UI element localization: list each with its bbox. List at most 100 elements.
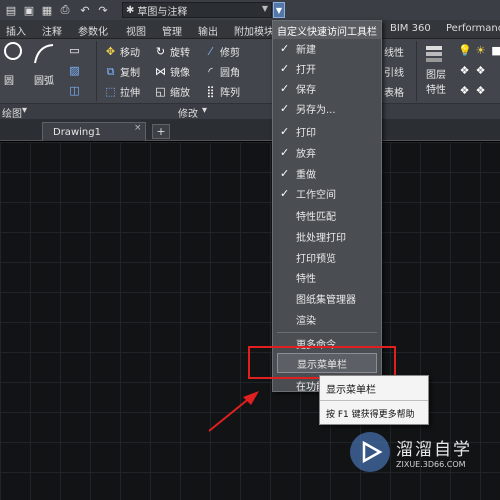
move-label: 移动	[120, 48, 140, 59]
tooltip-help: 按 F1 键获得更多帮助	[326, 410, 415, 420]
leader-button[interactable]: 引线	[384, 64, 404, 79]
watermark-url: ZIXUE.3D66.COM	[396, 460, 466, 469]
check-icon: ✓	[280, 101, 290, 115]
menu-item-save-as[interactable]: ✓ 另存为...	[273, 98, 381, 118]
menu-item-plot-preview[interactable]: 打印预览	[273, 247, 381, 267]
stretch-button[interactable]: ⬚ 拉伸	[104, 84, 140, 99]
drawing-tab-label: Drawing1	[53, 126, 101, 138]
menu-item-new[interactable]: ✓ 新建	[273, 38, 381, 58]
table-label: 表格	[384, 88, 404, 99]
menu-item-match-properties[interactable]: 特性匹配	[273, 205, 381, 225]
layer-props-line2: 特性	[426, 85, 446, 96]
check-icon: ✓	[280, 166, 290, 180]
tab-annotate[interactable]: 注释	[42, 23, 62, 38]
panel-divider	[96, 41, 97, 101]
new-tab-button[interactable]: +	[152, 124, 170, 139]
hatch-icon[interactable]: ▨	[68, 64, 81, 77]
panel-divider	[416, 41, 417, 101]
tooltip: 显示菜单栏 按 F1 键获得更多帮助	[319, 375, 429, 425]
linetype-label: 线性	[384, 48, 404, 59]
fillet-label: 圆角	[220, 68, 240, 79]
tab-addins[interactable]: 附加模块	[234, 23, 274, 38]
chevron-down-icon[interactable]: ▾	[202, 105, 207, 116]
leader-label: 引线	[384, 68, 404, 79]
watermark: 溜溜自学 ZIXUE.3D66.COM	[350, 430, 470, 480]
menu-item-render[interactable]: 渲染	[273, 309, 381, 329]
move-button[interactable]: ✥ 移动	[104, 44, 140, 59]
close-icon[interactable]: ×	[134, 123, 142, 133]
circle-large-icon[interactable]	[4, 42, 22, 60]
chevron-down-icon[interactable]: ▾	[22, 105, 27, 116]
trim-icon: ⁄	[209, 45, 212, 58]
workspace-dropdown[interactable]: ✱ 草图与注释 ▼	[122, 2, 272, 18]
table-button[interactable]: 表格	[384, 84, 404, 99]
array-label: 阵列	[220, 88, 240, 99]
watermark-title: 溜溜自学	[396, 440, 472, 460]
menu-item-properties[interactable]: 特性	[273, 267, 381, 287]
tab-parametric[interactable]: 参数化	[78, 23, 108, 38]
check-icon: ✓	[280, 124, 290, 138]
mirror-label: 镜像	[170, 68, 190, 79]
menu-item-open[interactable]: ✓ 打开	[273, 58, 381, 78]
rotate-button[interactable]: ↻ 旋转	[154, 44, 190, 59]
arc-large-icon[interactable]	[32, 42, 56, 66]
layer-tool-icon[interactable]: ❖	[474, 84, 487, 97]
redo-icon[interactable]: ↷	[96, 2, 110, 18]
menu-item-sheet-set-manager[interactable]: 图纸集管理器	[273, 288, 381, 308]
print-icon[interactable]: ⎙	[58, 2, 72, 18]
customize-qat-button[interactable]: ▼	[273, 2, 285, 18]
copy-button[interactable]: ⧉ 复制	[104, 64, 140, 79]
layer-tool-icon[interactable]: ❖	[474, 64, 487, 77]
circle-button[interactable]: 圆	[4, 72, 14, 87]
menu-item-batch-plot[interactable]: 批处理打印	[273, 226, 381, 246]
tab-output[interactable]: 输出	[198, 23, 218, 38]
array-button[interactable]: ⣿ 阵列	[204, 84, 240, 99]
fillet-button[interactable]: ◜ 圆角	[204, 64, 240, 79]
layer-tool-icon[interactable]: ❖	[458, 64, 471, 77]
tab-insert[interactable]: 插入	[6, 23, 26, 38]
tab-manage[interactable]: 管理	[162, 23, 182, 38]
fillet-icon: ◜	[208, 65, 213, 78]
layer-square-icon[interactable]: ■	[490, 44, 500, 57]
light-bulb-icon[interactable]: 💡	[458, 44, 472, 57]
tab-bim360[interactable]: BIM 360	[390, 23, 431, 34]
tooltip-divider	[320, 400, 428, 401]
menu-item-redo[interactable]: ✓ 重做	[273, 163, 381, 183]
scale-label: 缩放	[170, 88, 190, 99]
menu-item-undo[interactable]: ✓ 放弃	[273, 142, 381, 162]
stretch-icon: ⬚	[105, 85, 116, 98]
save-icon[interactable]: ▦	[40, 2, 54, 18]
scale-button[interactable]: ◱ 缩放	[154, 84, 190, 99]
menu-item-print[interactable]: ✓ 打印	[273, 121, 381, 141]
trim-button[interactable]: ⁄ 修剪	[204, 44, 240, 59]
red-arrow-icon	[208, 391, 259, 432]
sun-icon[interactable]: ☀	[474, 44, 487, 57]
menu-item-workspace[interactable]: ✓ 工作空间	[273, 183, 381, 203]
tooltip-title: 显示菜单栏	[326, 385, 376, 396]
layer-properties-icon[interactable]	[424, 42, 446, 64]
layer-properties-button[interactable]: 图层 特性	[426, 70, 446, 97]
mirror-button[interactable]: ⋈ 镜像	[154, 64, 190, 79]
modify-panel-title[interactable]: 修改	[178, 105, 198, 120]
customize-qat-menu: 自定义快速访问工具栏 ✓ 新建 ✓ 打开 ✓ 保存 ✓ 另存为... ✓ 打印 ✓ 放弃 ✓…	[272, 20, 382, 393]
tab-performance[interactable]: Performance	[446, 23, 500, 34]
layer-tool-icon[interactable]: ❖	[458, 84, 471, 97]
tab-view[interactable]: 视图	[126, 23, 146, 38]
linetype-button[interactable]: 线性	[384, 44, 404, 59]
arc-button[interactable]: 圆弧	[34, 72, 54, 87]
rectangle-icon[interactable]: ▭	[68, 44, 81, 57]
quick-access-toolbar: ▤ ▣ ▦ ⎙ ↶ ↷ ✱ 草图与注释 ▼ ▼	[0, 0, 500, 20]
arc-label: 圆弧	[34, 76, 54, 87]
drawing-tab[interactable]: Drawing1	[42, 122, 146, 141]
menu-app-icon[interactable]: ▤	[4, 2, 18, 18]
draw-panel-title[interactable]: 绘图	[2, 105, 22, 120]
menu-item-save[interactable]: ✓ 保存	[273, 78, 381, 98]
check-icon: ✓	[280, 145, 290, 159]
chevron-down-icon: ▼	[261, 4, 268, 13]
circle-label: 圆	[4, 76, 14, 87]
check-icon: ✓	[280, 186, 290, 200]
new-icon[interactable]: ▣	[22, 2, 36, 18]
region-icon[interactable]: ◫	[68, 84, 81, 97]
undo-icon[interactable]: ↶	[78, 2, 92, 18]
check-icon: ✓	[280, 61, 290, 75]
